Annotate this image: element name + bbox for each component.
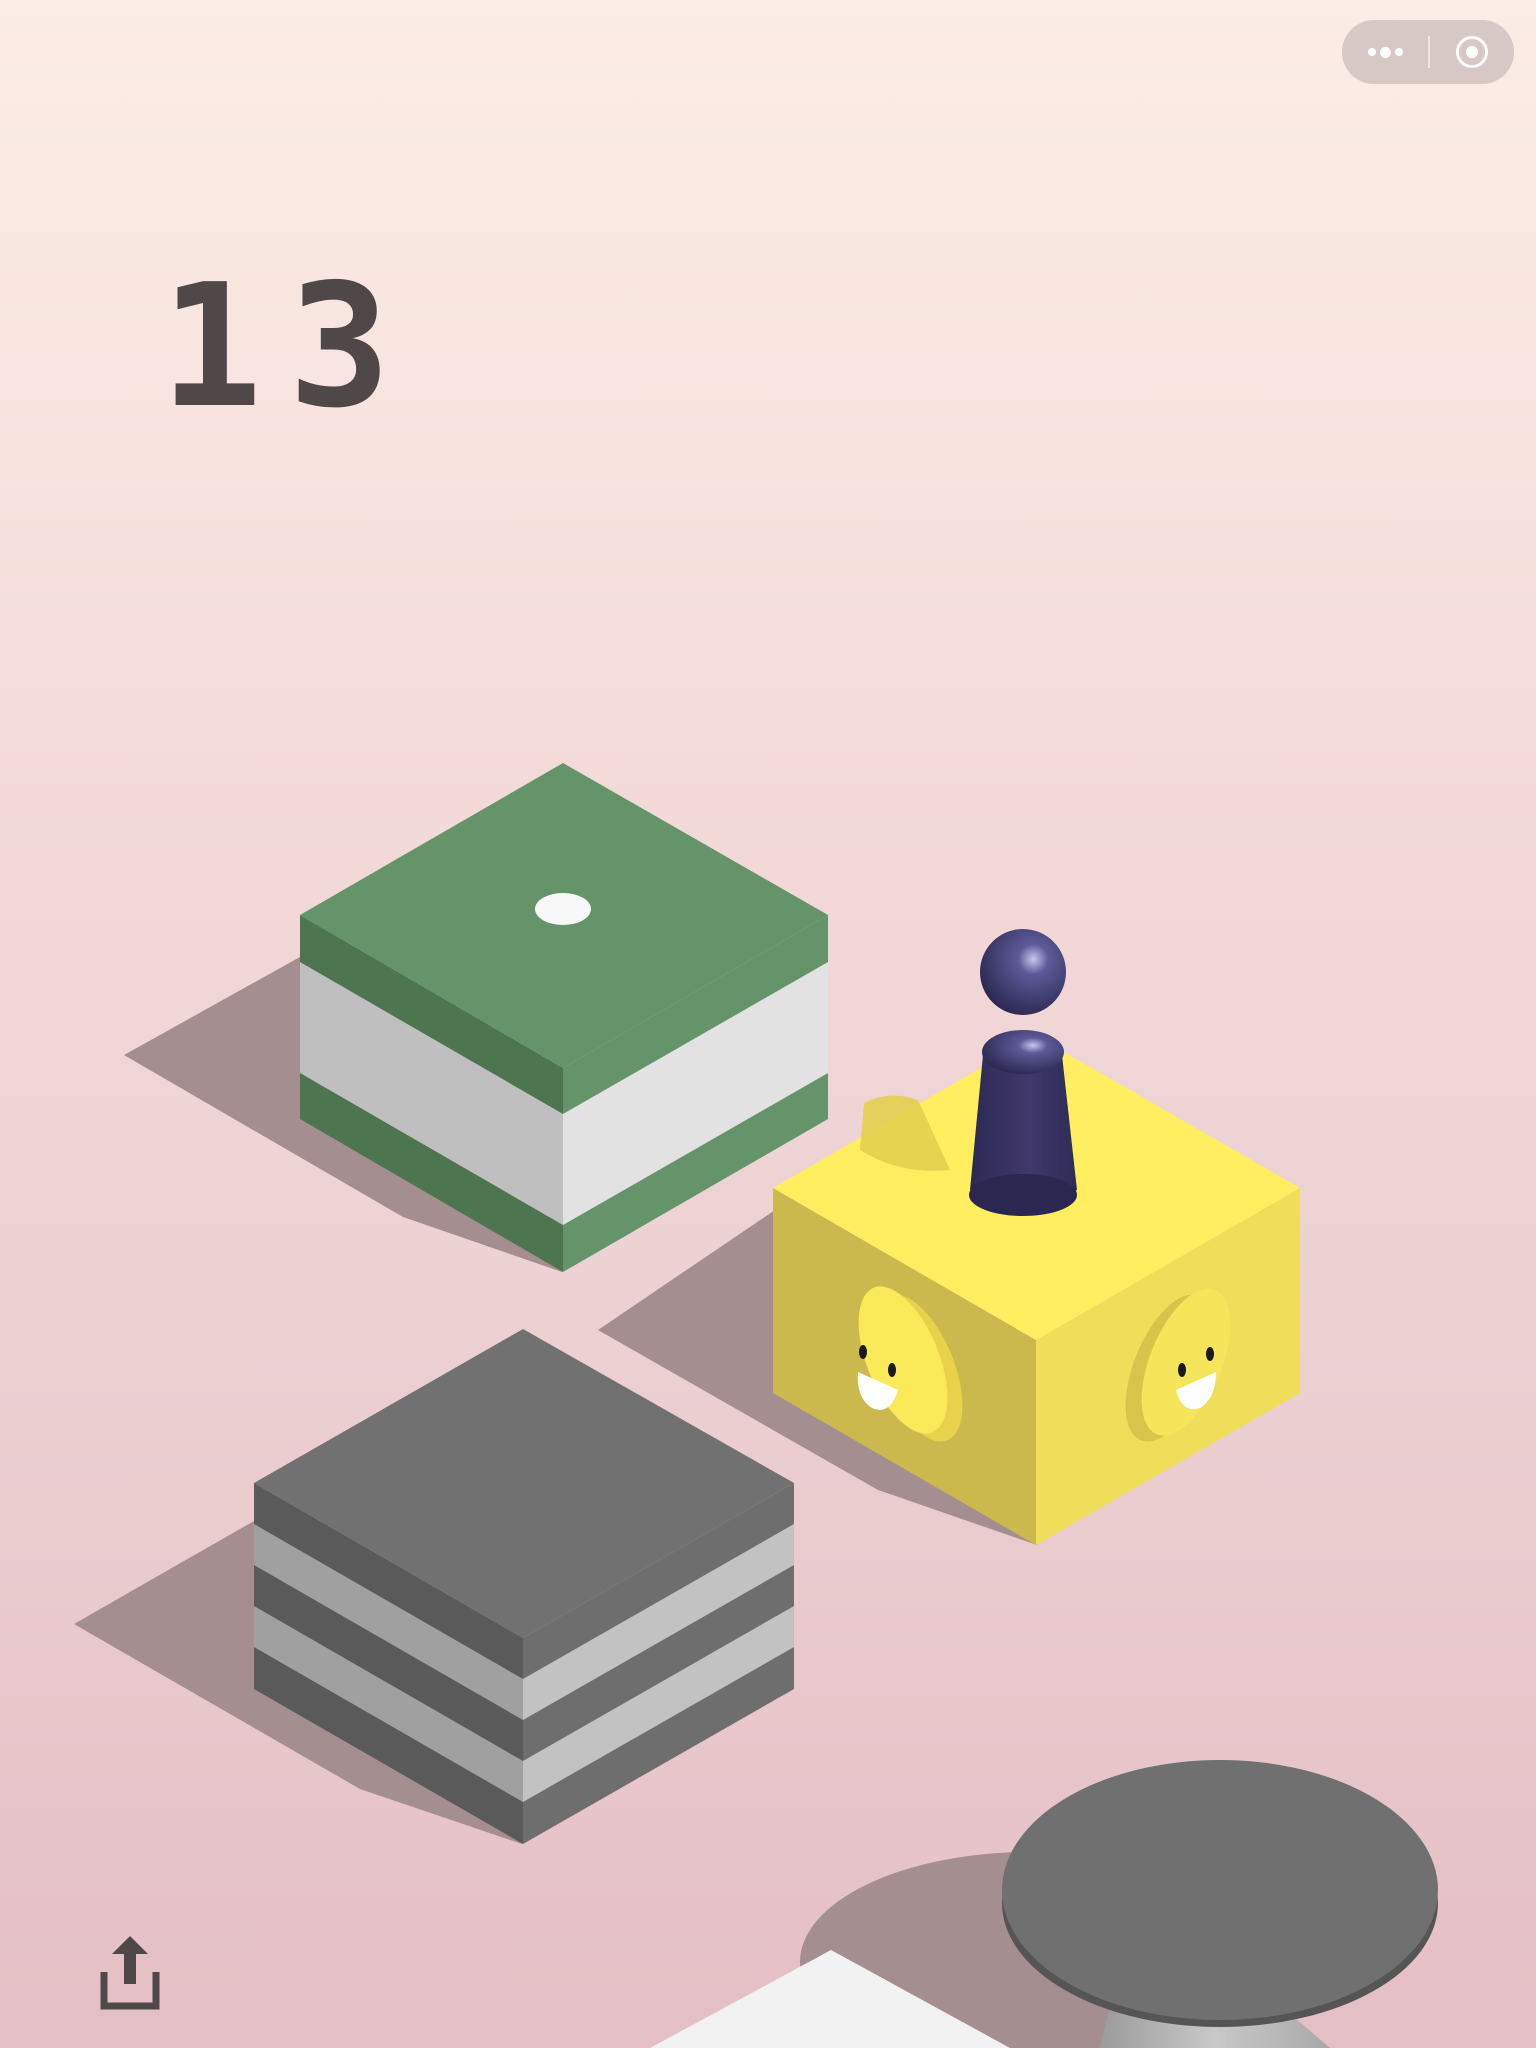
more-dots-icon-right — [1395, 48, 1403, 56]
landing-target-dot — [535, 893, 591, 925]
close-miniprogram-button[interactable] — [1430, 20, 1514, 84]
score-counter: 13 — [160, 248, 417, 446]
more-options-button[interactable] — [1342, 20, 1428, 84]
player-character[interactable] — [969, 929, 1077, 1216]
share-button[interactable] — [96, 1932, 164, 2012]
target-close-icon-core — [1466, 46, 1478, 58]
menu-capsule — [1342, 20, 1514, 84]
more-dots-icon — [1368, 48, 1376, 56]
more-dots-icon-center — [1380, 46, 1391, 58]
share-upload-icon — [100, 1936, 160, 2010]
